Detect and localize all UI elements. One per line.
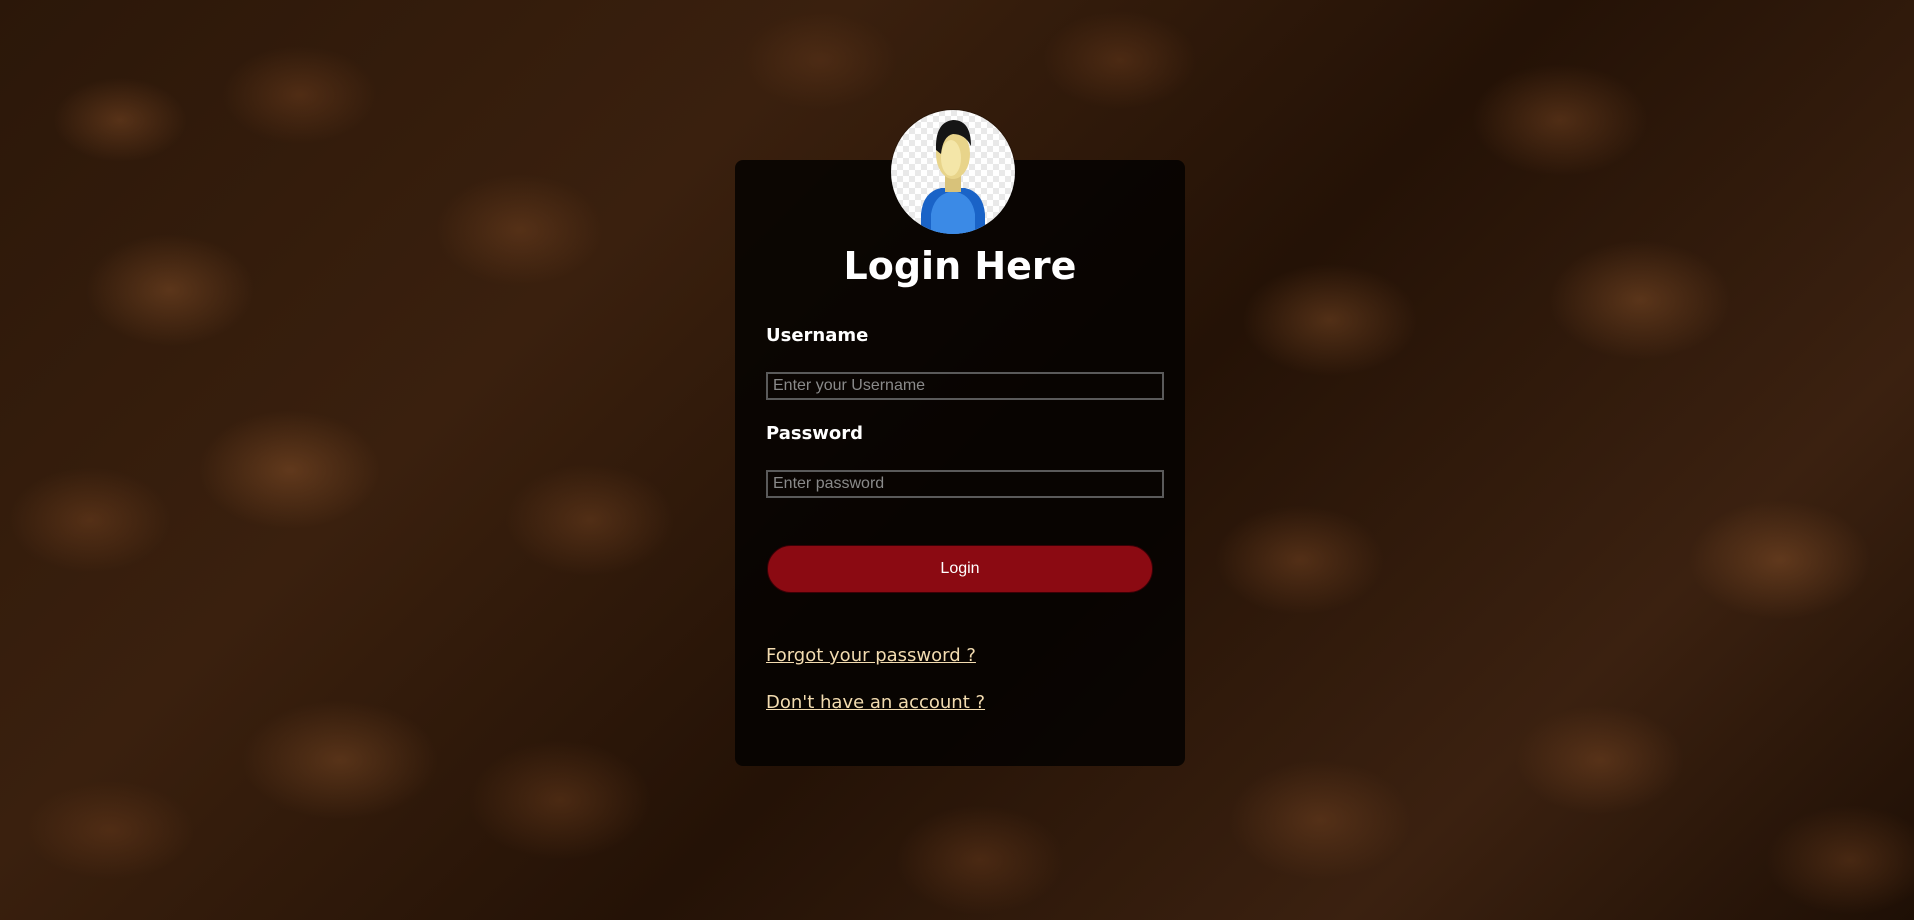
login-button[interactable]: Login [767,545,1153,593]
forgot-password-link[interactable]: Forgot your password ? [766,644,976,668]
signup-link[interactable]: Don't have an account ? [766,691,985,715]
password-input[interactable] [766,470,1164,498]
password-label: Password [766,423,864,444]
username-input[interactable] [766,372,1164,400]
username-label: Username [766,325,869,346]
page-title: Login Here [843,244,1077,288]
user-avatar-icon [891,110,1015,234]
